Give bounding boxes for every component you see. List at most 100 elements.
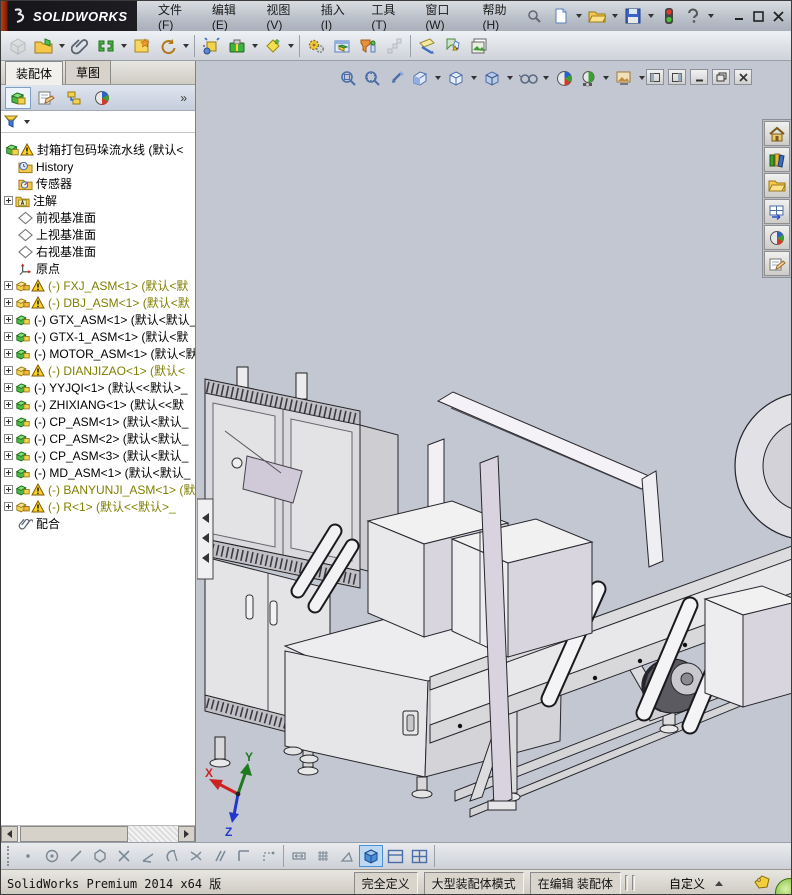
tree-row-component[interactable]: (-) MD_ASM<1> (默认<默认_ [1, 464, 195, 481]
tree-row-component[interactable]: (-) GTX_ASM<1> (默认<默认_ [1, 311, 195, 328]
expand-plus-icon[interactable] [4, 417, 13, 426]
scrollbar-thumb[interactable] [20, 826, 128, 842]
edit-appearance-icon[interactable] [553, 67, 575, 89]
mate-icon[interactable] [93, 33, 119, 59]
appearances-scenes-icon[interactable] [764, 225, 790, 250]
attach-icon[interactable] [67, 33, 93, 59]
tree-row-root[interactable]: 封箱打包码垛流水线 (默认< [1, 141, 195, 158]
tab-sketch[interactable]: 草图 [65, 60, 112, 84]
section-dropdown-icon[interactable] [435, 76, 441, 80]
filter-dropdown-icon[interactable] [24, 119, 30, 124]
help-icon[interactable] [682, 5, 704, 27]
split-left-icon[interactable] [646, 69, 664, 85]
gears-motion-icon[interactable] [303, 33, 329, 59]
configuration-manager-icon[interactable] [61, 87, 87, 109]
new-dropdown-icon[interactable] [576, 14, 582, 18]
tree-row-component[interactable]: (-) FXJ_ASM<1> (默认<默 [1, 277, 195, 294]
display-style-icon[interactable] [481, 67, 503, 89]
expand-plus-icon[interactable] [4, 349, 13, 358]
tree-row-sensors[interactable]: 传感器 [1, 175, 195, 192]
angle-snap-icon[interactable] [136, 845, 160, 867]
tree-row-component[interactable]: (-) CP_ASM<2> (默认<默认_ [1, 430, 195, 447]
toolbox-dropdown-icon[interactable] [252, 43, 258, 48]
open-dropdown-icon[interactable] [612, 14, 618, 18]
viewport-canvas[interactable]: X Y Z [197, 61, 791, 842]
view-settings-icon[interactable] [613, 67, 635, 89]
tree-row-front-plane[interactable]: 前视基准面 [1, 209, 195, 226]
section-view-icon[interactable] [409, 67, 431, 89]
intersection-snap-icon[interactable] [112, 845, 136, 867]
rotate-component-icon[interactable] [155, 33, 181, 59]
tree-row-component[interactable]: (-) DIANJIZAO<1> (默认< [1, 362, 195, 379]
scroll-right-icon[interactable] [178, 826, 195, 842]
inference-snap-icon[interactable] [256, 845, 280, 867]
performance-ball-icon[interactable] [775, 878, 791, 894]
new-document-icon[interactable] [550, 5, 572, 27]
tree-horizontal-scrollbar[interactable] [1, 825, 195, 842]
status-custom-label[interactable]: 自定义 [669, 875, 705, 892]
custom-properties-icon[interactable] [764, 251, 790, 276]
angle-grid-icon[interactable] [335, 845, 359, 867]
view-orientation-dropdown-icon[interactable] [471, 76, 477, 80]
point-snap-icon[interactable] [16, 845, 40, 867]
view-orientation-icon[interactable] [445, 67, 467, 89]
tree-row-mates[interactable]: 配合 [1, 515, 195, 532]
tree-row-component[interactable]: (-) YYJQI<1> (默认<<默认>_ [1, 379, 195, 396]
tree-row-component[interactable]: (-) MOTOR_ASM<1> (默认<默 [1, 345, 195, 362]
zoom-area-icon[interactable] [361, 67, 383, 89]
view-palette-icon[interactable] [764, 199, 790, 224]
tree-row-origin[interactable]: 原点 [1, 260, 195, 277]
tree-row-component[interactable]: (-) ZHIXIANG<1> (默认<<默 [1, 396, 195, 413]
feature-tree-icon[interactable] [5, 86, 31, 109]
filter-funnel-icon[interactable] [4, 114, 20, 129]
panel-more-chevron[interactable]: » [180, 91, 191, 105]
move-component-icon[interactable] [198, 33, 224, 59]
tree-row-component[interactable]: (-) CP_ASM<1> (默认<默认_ [1, 413, 195, 430]
expand-plus-icon[interactable] [4, 366, 13, 375]
home-resources-icon[interactable] [764, 121, 790, 146]
view-settings-dropdown-icon[interactable] [639, 76, 645, 80]
expand-plus-icon[interactable] [4, 298, 13, 307]
minimize-button[interactable] [730, 9, 747, 24]
nearest-snap-icon[interactable] [184, 845, 208, 867]
apply-scene-icon[interactable] [577, 67, 599, 89]
tangent-snap-icon[interactable] [160, 845, 184, 867]
exploded-view-icon[interactable] [329, 33, 355, 59]
expand-plus-icon[interactable] [4, 315, 13, 324]
line-snap-icon[interactable] [64, 845, 88, 867]
open-document-icon[interactable] [31, 33, 57, 59]
file-explorer-icon[interactable] [764, 173, 790, 198]
stoplight-icon[interactable] [658, 5, 680, 27]
rotate-dropdown-icon[interactable] [183, 43, 189, 48]
shaded-cube-icon[interactable] [359, 845, 383, 867]
tree-row-right-plane[interactable]: 右视基准面 [1, 243, 195, 260]
doc-close-icon[interactable] [734, 69, 752, 85]
expand-plus-icon[interactable] [4, 502, 13, 511]
apply-scene-dropdown-icon[interactable] [603, 76, 609, 80]
previous-view-icon[interactable] [385, 67, 407, 89]
smart-component-icon[interactable] [260, 33, 286, 59]
doc-restore-icon[interactable] [712, 69, 730, 85]
toolbox-icon[interactable] [224, 33, 250, 59]
assembly-visualization-icon[interactable] [355, 33, 381, 59]
perpendicular-snap-icon[interactable] [232, 845, 256, 867]
expand-plus-icon[interactable] [4, 468, 13, 477]
tree-row-component[interactable]: (-) CP_ASM<3> (默认<默认_ [1, 447, 195, 464]
maximize-button[interactable] [750, 9, 767, 24]
display-style-dropdown-icon[interactable] [507, 76, 513, 80]
grid-table-icon[interactable] [407, 845, 431, 867]
help-dropdown-icon[interactable] [708, 14, 714, 18]
tree-row-component[interactable]: (-) R<1> (默认<<默认>_ [1, 498, 195, 515]
tree-row-component[interactable]: (-) DBJ_ASM<1> (默认<默 [1, 294, 195, 311]
viewport-split-icon[interactable] [383, 845, 407, 867]
insert-component-icon[interactable] [5, 33, 31, 59]
expand-plus-icon[interactable] [4, 451, 13, 460]
expand-plus-icon[interactable] [4, 485, 13, 494]
doc-minimize-icon[interactable] [690, 69, 708, 85]
close-button[interactable] [770, 9, 787, 24]
save-dropdown-icon[interactable] [648, 14, 654, 18]
search-icon[interactable] [524, 5, 544, 27]
save-icon[interactable] [622, 5, 644, 27]
toolbar-grip[interactable] [7, 846, 12, 866]
expand-plus-icon[interactable] [4, 434, 13, 443]
